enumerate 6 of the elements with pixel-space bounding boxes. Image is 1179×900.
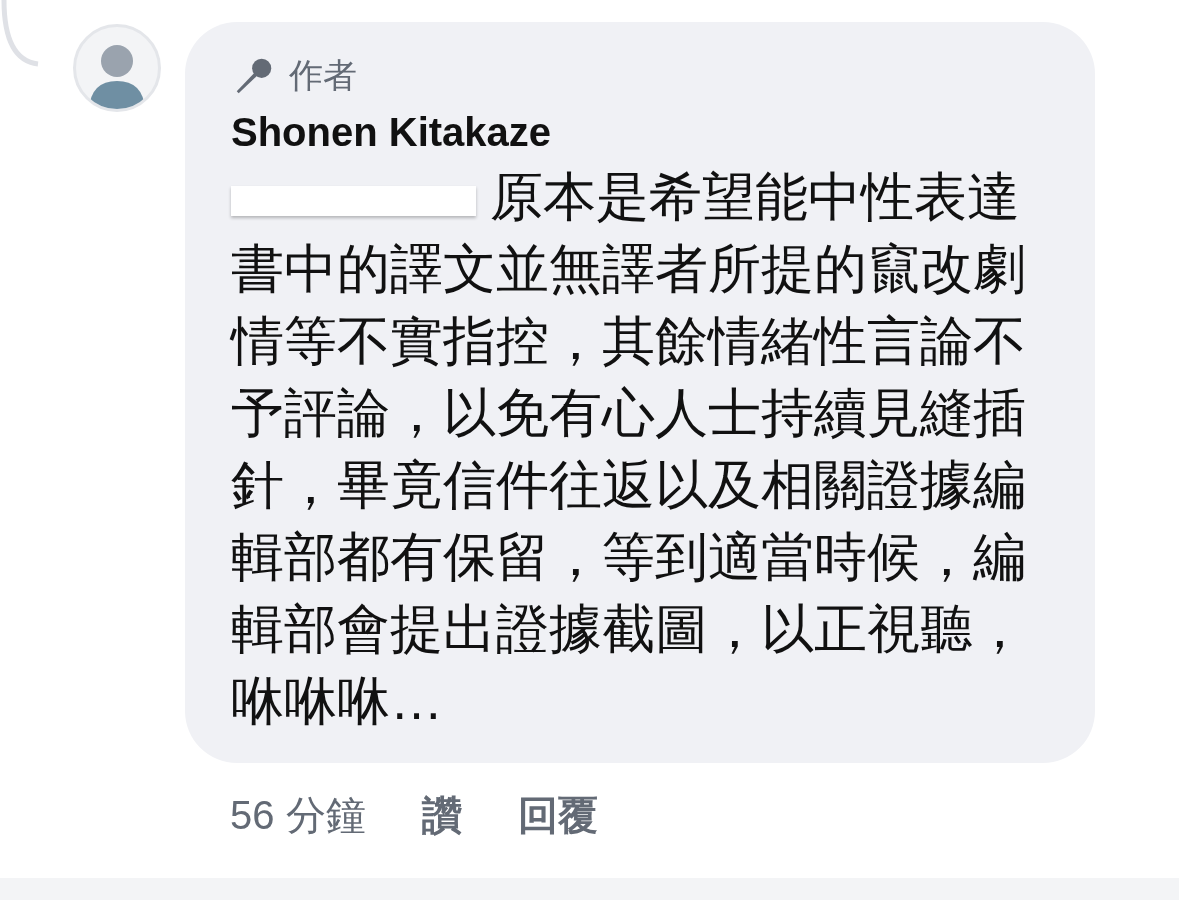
comment-action-link[interactable]: 回覆 [517,785,598,845]
comment-time: 56 分鐘 [230,792,366,839]
comment-text: 原本是希望能中性表達書中的譯文並無譯者所提的竄改劇情等不實指控，其餘情緒性言論不予評論，以免有心人士持續見縫插針，畢竟信件往返以及相關證據編輯部都有保留，等到適當時候，編輯部會提出證據截圖，以正視聽，咻咻咻… [231,167,1026,730]
comment-action-link[interactable]: 讚 [421,785,462,845]
author-name[interactable]: Shonen Kitakaze [231,103,1055,161]
author-label: 作者 [289,55,357,96]
